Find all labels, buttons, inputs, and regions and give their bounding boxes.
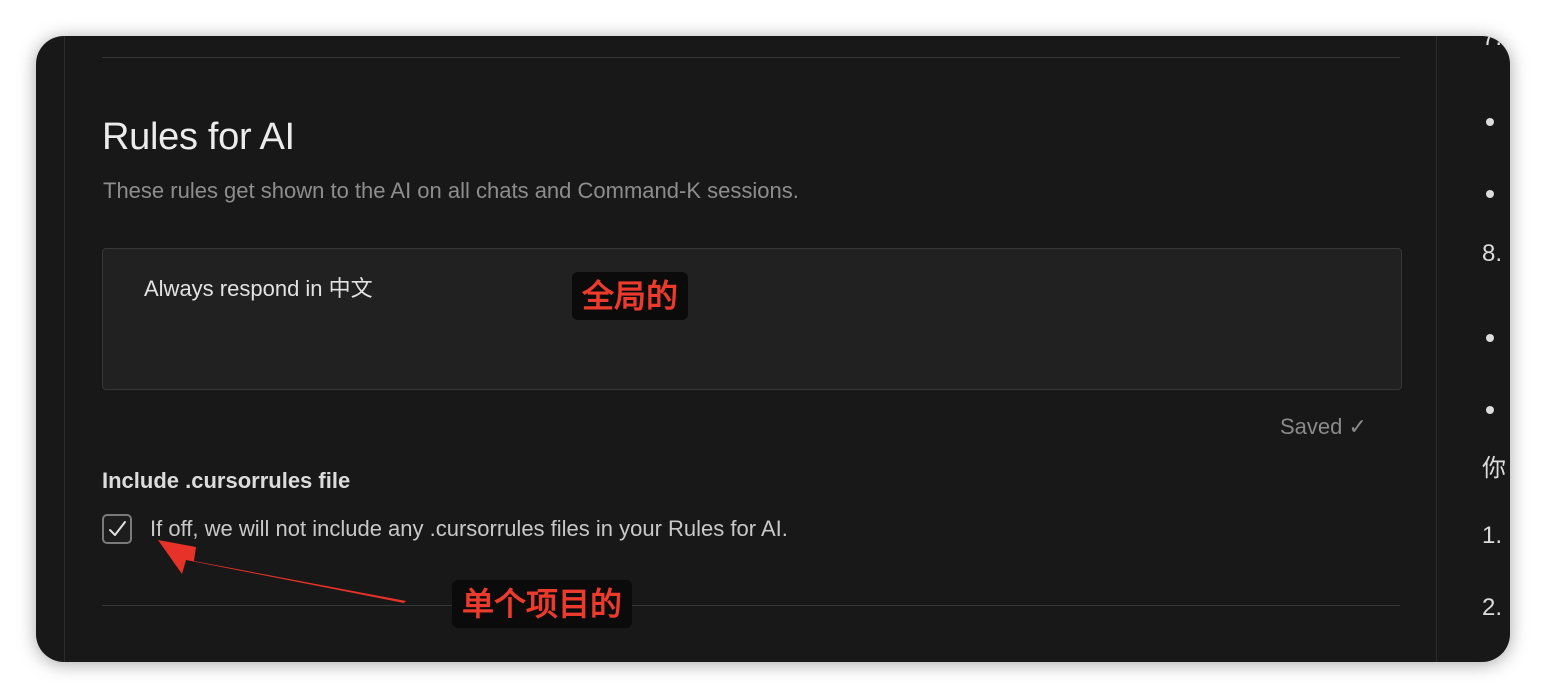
- annotation-project-label: 单个项目的: [452, 580, 633, 628]
- annotation-arrow-icon: [158, 540, 406, 603]
- settings-window: Rules for AI These rules get shown to th…: [36, 36, 1510, 662]
- annotation-global-label: 全局的: [572, 272, 689, 320]
